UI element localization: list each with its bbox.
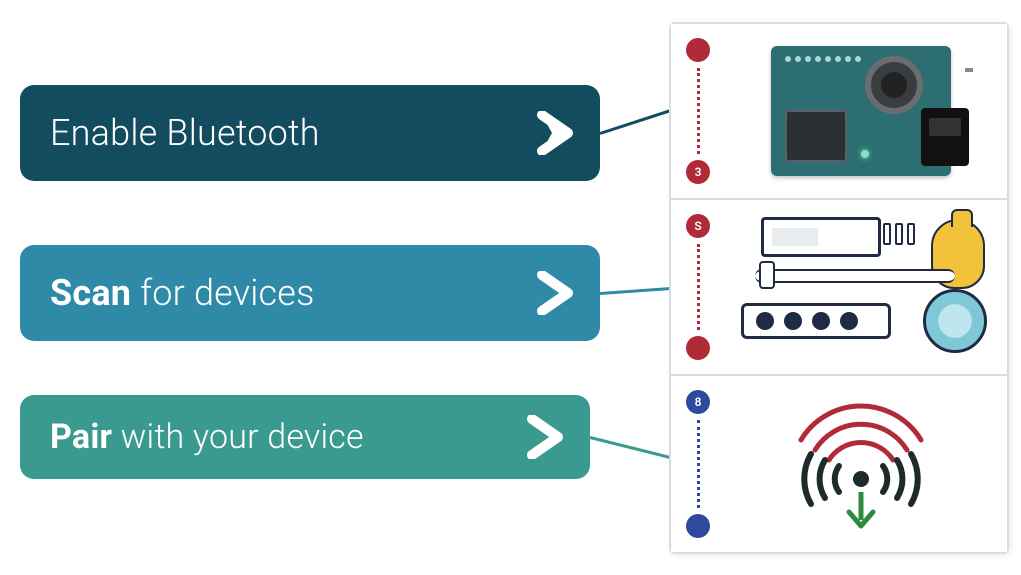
- marker-dot-bottom: 3: [686, 160, 710, 184]
- panel3-marker-rail: 8: [671, 376, 725, 552]
- marker-dot-top: [686, 38, 710, 62]
- marker-dot-bottom: [686, 514, 710, 538]
- panel1-marker-rail: 3: [671, 24, 725, 198]
- panel-signal: 8: [671, 376, 1007, 552]
- panel3-illustration: [725, 376, 1007, 552]
- panel-scan-equipment: S: [671, 200, 1007, 376]
- marker-dot-top: 8: [686, 390, 710, 414]
- panel2-marker-rail: S: [671, 200, 725, 374]
- illustration-panels: 3 S: [669, 22, 1009, 554]
- chevron-right-icon: [524, 415, 568, 459]
- step2-label: Scan for devices: [50, 272, 516, 314]
- panel2-illustration: [725, 200, 1007, 374]
- chevron-right-icon: [534, 271, 578, 315]
- circuit-board-icon: [771, 46, 951, 176]
- step-pair-device[interactable]: Pair with your device: [20, 395, 590, 479]
- step1-label: Enable Bluetooth: [50, 112, 516, 154]
- step-enable-bluetooth[interactable]: Enable Bluetooth: [20, 85, 600, 181]
- scan-equipment-icon: [731, 217, 991, 357]
- step3-label: Pair with your device: [50, 417, 506, 457]
- panel-bluetooth-module: 3: [671, 24, 1007, 200]
- marker-dotted-line: [697, 244, 700, 330]
- chevron-right-icon: [534, 111, 578, 155]
- marker-dot-top: S: [686, 214, 710, 238]
- panel1-illustration: [725, 24, 1007, 198]
- step-scan-devices[interactable]: Scan for devices: [20, 245, 600, 341]
- wireless-signal-icon: [761, 394, 961, 534]
- connector-step2: [600, 286, 680, 295]
- marker-dotted-line: [697, 420, 700, 508]
- marker-dotted-line: [697, 68, 700, 154]
- marker-dot-bottom: [686, 336, 710, 360]
